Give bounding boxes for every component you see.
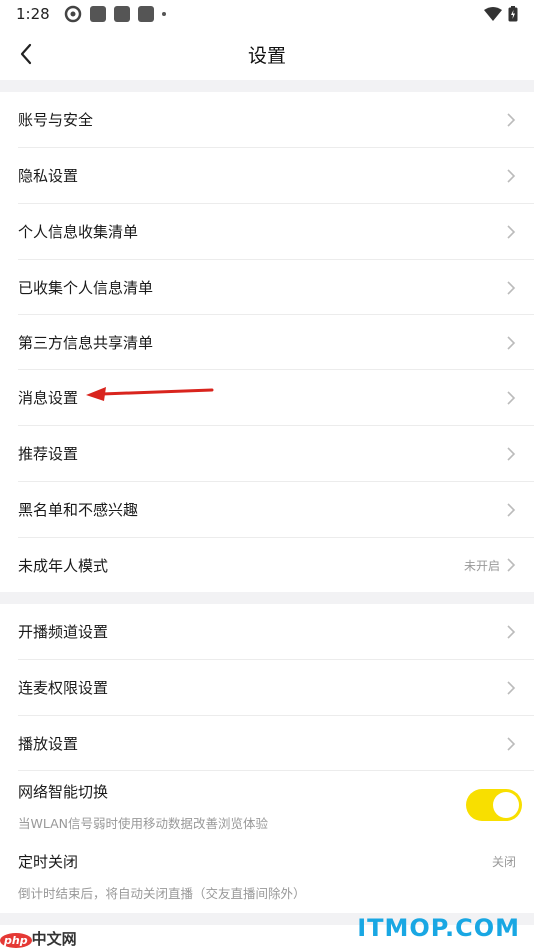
timer-off-status: 关闭	[491, 855, 516, 869]
notification-square-icon	[113, 6, 130, 22]
minor-mode-status: 未开启	[463, 558, 500, 573]
settings-item-personal-info-collection[interactable]: 个人信息收集清单	[0, 204, 534, 259]
chevron-left-icon	[20, 43, 32, 65]
wifi-icon	[484, 7, 502, 21]
settings-item-label: 隐私设置	[18, 167, 79, 185]
timer-off-label: 定时关闭	[18, 853, 79, 871]
settings-item-blacklist[interactable]: 黑名单和不感兴趣	[0, 482, 534, 537]
chevron-right-icon	[506, 390, 516, 406]
settings-item-minor-mode[interactable]: 未成年人模式 未开启	[0, 538, 534, 592]
watermark-badge: php	[0, 933, 32, 948]
battery-icon	[508, 6, 518, 22]
settings-item-collected-info[interactable]: 已收集个人信息清单	[0, 260, 534, 315]
notification-square-icon	[89, 6, 106, 22]
section-gap	[0, 592, 534, 604]
chevron-right-icon	[506, 168, 516, 184]
settings-item-label: 开播频道设置	[18, 623, 109, 641]
chevron-right-icon	[506, 112, 516, 128]
settings-item-label: 个人信息收集清单	[18, 223, 139, 241]
system-icons	[484, 6, 518, 22]
settings-item-playback[interactable]: 播放设置	[0, 716, 534, 771]
section-gap	[0, 80, 534, 92]
status-time: 1:28	[16, 5, 50, 23]
timer-off-description: 倒计时结束后，将自动关闭直播（交友直播间除外）	[18, 886, 306, 901]
notification-square-icon	[137, 6, 154, 22]
settings-item-broadcast-channel[interactable]: 开播频道设置	[0, 604, 534, 659]
status-bar: 1:28	[0, 0, 534, 28]
chevron-right-icon	[506, 446, 516, 462]
chevron-right-icon	[507, 558, 516, 572]
settings-item-label: 账号与安全	[18, 111, 94, 129]
settings-item-timer-off[interactable]: 定时关闭 关闭 倒计时结束后，将自动关闭直播（交友直播间除外）	[0, 841, 534, 911]
settings-item-label: 第三方信息共享清单	[18, 334, 154, 352]
more-notifications-icon	[161, 12, 166, 16]
settings-item-label: 推荐设置	[18, 445, 79, 463]
app-notification-icon	[64, 5, 81, 23]
chevron-right-icon	[506, 224, 516, 240]
settings-item-label: 已收集个人信息清单	[18, 279, 154, 297]
settings-item-message[interactable]: 消息设置	[0, 370, 534, 425]
chevron-right-icon	[506, 680, 516, 696]
chevron-right-icon	[506, 335, 516, 351]
nav-bar: 设置	[0, 28, 534, 80]
watermark-left: php 中文网	[0, 928, 77, 949]
network-switch-toggle[interactable]	[466, 789, 522, 821]
toggle-knob	[493, 792, 519, 818]
settings-item-third-party-sharing[interactable]: 第三方信息共享清单	[0, 315, 534, 370]
minor-mode-value-wrap: 未开启	[464, 557, 516, 574]
notification-icons	[64, 5, 166, 23]
settings-item-recommendation[interactable]: 推荐设置	[0, 426, 534, 481]
chevron-right-icon	[506, 736, 516, 752]
network-switch-description: 当WLAN信号弱时使用移动数据改善浏览体验	[18, 816, 269, 831]
page-title: 设置	[247, 44, 286, 67]
network-switch-label: 网络智能切换	[18, 783, 109, 801]
settings-item-label: 消息设置	[18, 389, 79, 407]
settings-item-account-security[interactable]: 账号与安全	[0, 92, 534, 147]
watermark-right: ITMOP.COM	[357, 914, 520, 942]
settings-item-network-switch: 网络智能切换 当WLAN信号弱时使用移动数据改善浏览体验	[0, 771, 534, 841]
settings-item-mic-permissions[interactable]: 连麦权限设置	[0, 660, 534, 715]
settings-item-label: 连麦权限设置	[18, 679, 109, 697]
chevron-right-icon	[506, 502, 516, 518]
chevron-right-icon	[506, 624, 516, 640]
watermark-left-text: 中文网	[31, 930, 77, 948]
settings-item-privacy[interactable]: 隐私设置	[0, 148, 534, 203]
settings-item-label: 播放设置	[18, 735, 79, 753]
settings-item-label: 未成年人模式	[18, 556, 109, 575]
back-button[interactable]	[10, 38, 42, 70]
chevron-right-icon	[506, 280, 516, 296]
settings-item-label: 黑名单和不感兴趣	[18, 501, 139, 519]
